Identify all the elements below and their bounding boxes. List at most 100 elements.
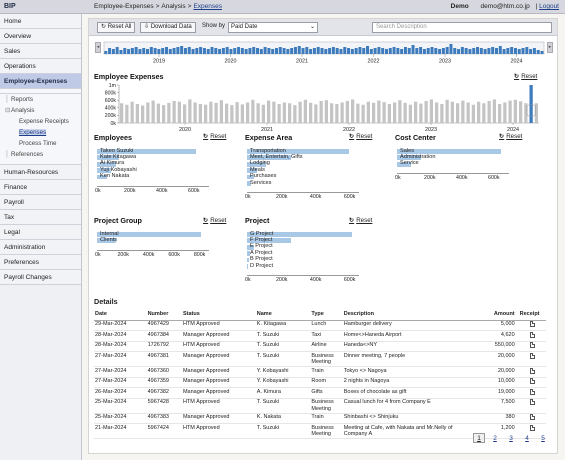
sidebar-item-payroll[interactable]: Payroll [0,195,81,210]
details-section: Details Date Number Status Name Type Des… [94,297,550,439]
sidebar-item-finance[interactable]: Finance [0,180,81,195]
sidebar-item-preferences[interactable]: Preferences [0,255,81,270]
table-row[interactable]: 25-Mar-2024 5967428 HTM Approved T. Suzuki B… [94,398,546,414]
sidebar-sub-expense-receipts[interactable]: Expense Receipts [0,116,81,127]
sidebar-sub-expenses-label: Expenses [19,129,47,136]
type-cell: Business Meeting [310,351,343,367]
receipt-icon[interactable] [529,378,535,384]
table-row[interactable]: 29-Mar-2024 4967429 HTM Approved K. Kitagaw… [94,320,546,331]
page-1-button[interactable]: 1 [473,433,485,443]
sidebar-item-sales[interactable]: Sales [0,44,81,59]
table-row[interactable]: 26-Mar-2024 4967382 Manager Approved A. Kim… [94,387,546,399]
x-tick-label: 0k [95,188,101,194]
table-row[interactable]: 28-Mar-2024 1726792 HTM Approved T. Suzuki A… [94,341,546,352]
description-cell: Casual lunch for 4 from Company E [342,398,473,414]
sidebar-sub-analysis[interactable]: ⊟ Analysis [0,105,81,116]
chart-bar [130,101,134,123]
sidebar-sub-reports[interactable]: ┊ Reports [0,94,81,105]
type-cell: Train [310,366,343,378]
expense-area-chart[interactable]: Transportation Meet, Entertain, Gifts Lodg… [245,148,359,200]
sidebar-item-home[interactable]: Home [0,14,81,29]
table-row[interactable]: 27-Mar-2024 4967381 Manager Approved T. Suz… [94,351,546,367]
breadcrumb-item-employee-expenses[interactable]: Employee-Expenses [94,3,154,10]
sidebar-item-administration[interactable]: Administration [0,240,81,255]
col-amount[interactable]: Amount [472,309,519,321]
col-type[interactable]: Type [310,309,343,321]
timeline-bar [396,48,400,54]
search-input[interactable]: Search Description [372,22,552,33]
employees-chart[interactable]: Takeo Suzuki Kate Kitagawa Ai Kimura Yuji K… [95,148,209,194]
timeline-bar [229,49,233,54]
receipt-icon[interactable] [529,367,535,374]
timeline-bar [350,49,354,54]
filter-row[interactable]: Clients [97,237,209,244]
sidebar-sub-references[interactable]: ┊ References [0,149,81,160]
sidebar-item-operations[interactable]: Operations [0,59,81,74]
sidebar-item-payroll-changes[interactable]: Payroll Changes [0,270,81,285]
breadcrumb-current[interactable]: Expenses [193,3,222,10]
col-status[interactable]: Status [181,309,256,321]
download-data-button[interactable]: ⇩ Download Data [140,22,196,33]
page-5-button[interactable]: 5 [537,434,549,444]
expense-area-reset-link[interactable]: ↻ Reset [349,133,372,140]
description-cell: Shinbashi <> Shinjuku [342,413,473,424]
table-row[interactable]: 25-Mar-2024 4967383 Manager Approved K. Nak… [94,413,546,424]
timeline-bar [146,49,150,54]
filter-row[interactable]: Ken Nakata [97,173,209,180]
filter-row[interactable]: Services [247,180,359,186]
project-chart[interactable]: G Project F Project E Project A Project B Pr… [245,231,359,283]
cost-center-reset-link[interactable]: ↻ Reset [499,133,522,140]
logout-link[interactable]: Logout [539,3,559,10]
project-group-reset-link[interactable]: ↻ Reset [203,217,226,224]
page-2-button[interactable]: 2 [489,434,501,444]
chart-bar [382,102,386,123]
project-group-chart[interactable]: Internal Clients 0k 200k 400k 600k 800k [95,231,209,258]
number-cell: 4967429 [146,320,182,331]
chart-bar [240,104,244,123]
chart-bar [513,99,517,123]
timeline-right-handle[interactable]: ▸ [547,42,553,53]
col-date[interactable]: Date [94,309,147,321]
date-cell: 25-Mar-2024 [94,413,147,424]
employees-reset-link[interactable]: ↻ Reset [203,133,226,140]
filter-row[interactable]: D Project [247,263,359,269]
cost-center-chart[interactable]: Sales Administration Service 0k 200k 400k 600k [395,148,509,181]
page-4-button[interactable]: 4 [521,434,533,444]
page-3-button[interactable]: 3 [505,434,517,444]
col-receipt[interactable]: Receipt [518,309,546,321]
receipt-icon[interactable] [529,342,535,348]
table-row[interactable]: 27-Mar-2024 4967359 Manager Approved Y. Kob… [94,377,546,388]
col-description[interactable]: Description [342,309,473,321]
timeline-slider[interactable]: ◂ 2019 2020 2021 2022 2023 2024 ▸ [95,40,553,64]
receipt-icon[interactable] [529,321,535,327]
sidebar-item-tax[interactable]: Tax [0,210,81,225]
breadcrumb-item-analysis[interactable]: Analysis [161,3,185,10]
show-by-select[interactable]: Paid Date ⌄ [228,22,318,33]
timeline-bar [293,47,297,54]
sidebar-item-legal[interactable]: Legal [0,225,81,240]
table-row[interactable]: 28-Mar-2024 4967384 Manager Approved T. Suz… [94,330,546,342]
sidebar-item-employee-expenses[interactable]: Employee-Expenses [0,74,81,89]
sidebar-sub-process-time[interactable]: Process Time [0,138,81,149]
receipt-icon[interactable] [529,424,535,431]
table-row[interactable]: 27-Mar-2024 4967360 Manager Approved Y. Kob… [94,366,546,378]
employee-expenses-reset-link[interactable]: ↻ Reset [514,73,537,80]
project-reset-link[interactable]: ↻ Reset [349,217,372,224]
number-cell: 5967424 [146,423,182,439]
refresh-icon: ↻ [514,73,520,80]
sidebar-item-human-resources[interactable]: Human-Resources [0,165,81,180]
chart-bar [209,101,213,123]
receipt-icon[interactable] [529,388,535,395]
reset-all-button[interactable]: ↻ Reset All [97,22,136,33]
receipt-icon[interactable] [529,331,535,338]
sidebar-item-overview[interactable]: Overview [0,29,81,44]
sidebar-sub-expenses[interactable]: Expenses [0,127,81,138]
receipt-icon[interactable] [529,352,535,359]
col-name[interactable]: Name [255,309,311,321]
col-number[interactable]: Number [146,309,182,321]
receipt-icon[interactable] [529,399,535,405]
filter-row[interactable]: Service [397,160,509,167]
timeline-bar [411,45,415,54]
receipt-icon[interactable] [529,414,535,420]
collapse-icon[interactable]: ⊟ [5,105,10,116]
